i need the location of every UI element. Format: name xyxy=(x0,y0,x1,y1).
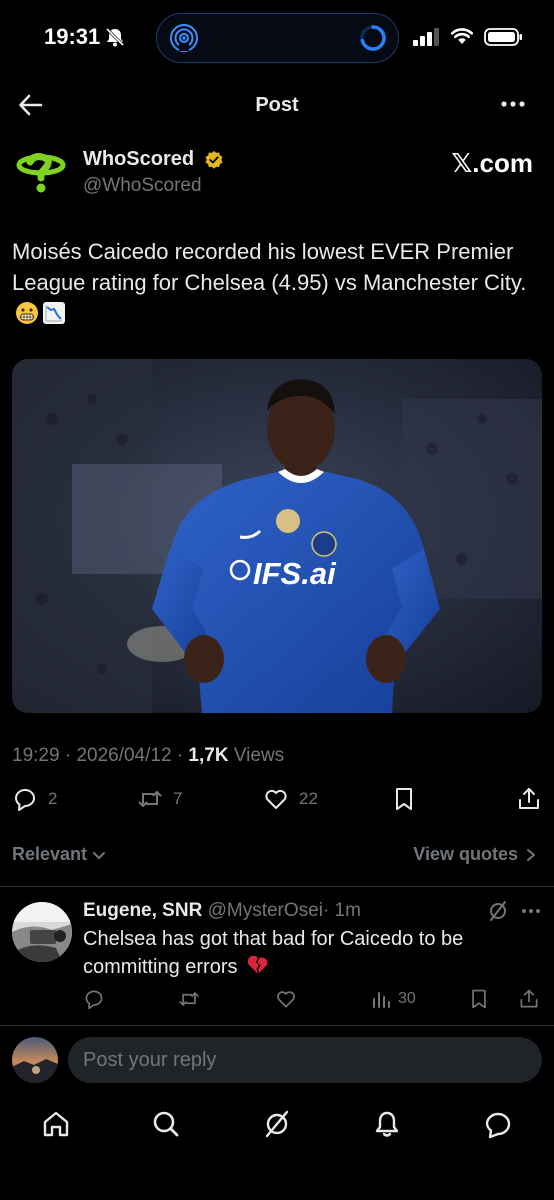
reply-avatar[interactable] xyxy=(12,902,72,962)
repost-icon xyxy=(179,992,199,1006)
reply-more-icon[interactable] xyxy=(520,902,542,920)
grok-icon[interactable] xyxy=(487,900,509,922)
repost-icon xyxy=(138,791,162,807)
post-meta: 19:29 · 2026/04/12 · 1,7K Views xyxy=(12,745,285,766)
silent-bell-icon xyxy=(105,27,125,47)
reply-author-handle[interactable]: @MysterOsei xyxy=(208,900,323,921)
reply-repost-button[interactable] xyxy=(178,988,200,1010)
view-quotes-label: View quotes xyxy=(413,844,518,864)
chart-decreasing-icon xyxy=(43,302,65,324)
reply-views-count: 30 xyxy=(398,990,416,1007)
bookmark-icon xyxy=(472,989,486,1009)
share-icon xyxy=(520,989,538,1008)
author-name[interactable]: WhoScored xyxy=(83,148,194,171)
heart-icon xyxy=(277,991,295,1008)
my-avatar[interactable] xyxy=(12,1037,58,1083)
like-button[interactable]: 22 xyxy=(263,786,318,812)
battery-icon xyxy=(484,28,522,46)
reply-author-name[interactable]: Eugene, SNR xyxy=(83,900,202,921)
bookmark-icon xyxy=(396,788,412,810)
broken-heart-icon xyxy=(247,955,268,974)
search-icon[interactable] xyxy=(150,1108,182,1140)
reply-text: Chelsea has got that bad for Caicedo to … xyxy=(83,926,513,981)
post-text: Moisés Caicedo recorded his lowest EVER … xyxy=(12,236,542,329)
share-button[interactable] xyxy=(516,786,542,812)
wifi-icon xyxy=(450,28,474,44)
post-time: 19:29 xyxy=(12,745,60,766)
status-bar: 19:31 xyxy=(0,0,554,76)
messages-icon[interactable] xyxy=(482,1108,514,1140)
reply-body: Chelsea has got that bad for Caicedo to … xyxy=(83,928,464,978)
reply-time: · 1m xyxy=(322,900,361,921)
author-handle[interactable]: @WhoScored xyxy=(83,175,202,197)
cellular-signal-icon xyxy=(413,28,439,46)
reply-reply-button[interactable] xyxy=(83,988,105,1010)
reply-share-button[interactable] xyxy=(518,988,540,1010)
divider xyxy=(0,886,554,887)
chevron-down-icon xyxy=(93,851,106,859)
source-label: 𝕏.com xyxy=(451,148,533,178)
post-actions: 2 7 22 xyxy=(0,786,554,818)
reply-input[interactable] xyxy=(68,1037,542,1083)
reply-button[interactable]: 2 xyxy=(12,786,57,812)
dynamic-island[interactable] xyxy=(156,13,399,63)
post-body: Moisés Caicedo recorded his lowest EVER … xyxy=(12,239,527,295)
view-quotes-link[interactable]: View quotes xyxy=(413,844,538,865)
broadcast-icon xyxy=(170,24,198,52)
grok-tab-icon[interactable] xyxy=(261,1108,293,1140)
repost-button[interactable]: 7 xyxy=(137,786,182,812)
like-count: 22 xyxy=(299,789,318,808)
more-options-icon[interactable] xyxy=(498,92,528,116)
chevron-right-icon xyxy=(527,848,535,861)
post-photo[interactable]: IFS.ai xyxy=(12,359,542,713)
repost-count: 7 xyxy=(173,789,183,808)
views-count: 1,7K xyxy=(188,745,229,766)
bottom-tab-bar xyxy=(0,1100,554,1150)
heart-icon xyxy=(265,789,287,809)
home-icon[interactable] xyxy=(40,1108,72,1140)
share-icon xyxy=(519,788,539,809)
reply-actions: 30 xyxy=(0,988,554,1014)
analytics-icon xyxy=(373,992,390,1008)
reply-icon xyxy=(85,990,103,1010)
divider xyxy=(0,1025,554,1026)
grimacing-face-icon xyxy=(16,302,38,324)
reply-header: Eugene, SNR @MysterOsei· 1m xyxy=(83,900,361,922)
notifications-bell-icon[interactable] xyxy=(371,1108,403,1140)
reply-bookmark-button[interactable] xyxy=(468,988,490,1010)
reply-icon xyxy=(14,789,35,811)
sort-dropdown[interactable]: Relevant xyxy=(12,844,107,865)
activity-ring-icon xyxy=(360,25,386,51)
whoscored-avatar[interactable] xyxy=(16,148,66,198)
sort-label: Relevant xyxy=(12,844,88,864)
bookmark-button[interactable] xyxy=(391,786,417,812)
post-date: 2026/04/12 xyxy=(76,745,172,766)
kit-sponsor-text: IFS.ai xyxy=(253,556,337,591)
reply-count: 2 xyxy=(48,789,58,808)
page-title: Post xyxy=(255,94,299,116)
views-label: Views xyxy=(233,745,285,766)
reply-views-button[interactable]: 30 xyxy=(370,988,416,1010)
verified-badge-icon xyxy=(205,150,223,169)
reply-like-button[interactable] xyxy=(275,988,297,1010)
post-header: Post xyxy=(0,82,554,128)
status-time: 19:31 xyxy=(44,24,101,49)
replies-header: Relevant View quotes xyxy=(12,844,542,868)
